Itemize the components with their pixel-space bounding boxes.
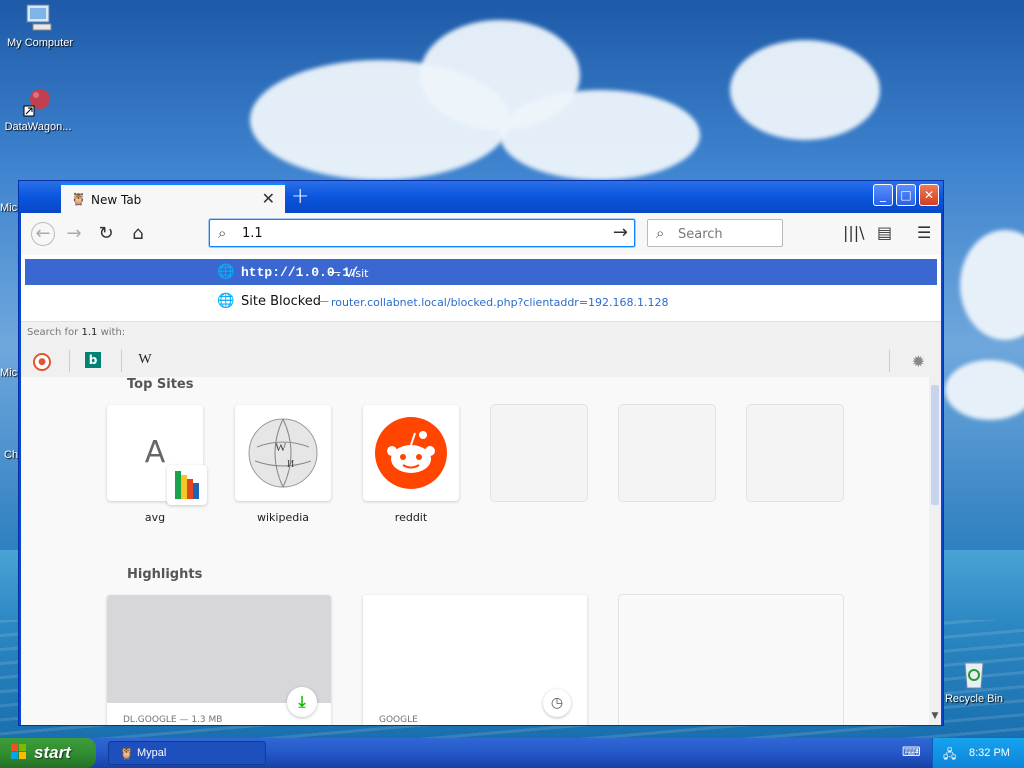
go-arrow-icon[interactable]: →	[613, 222, 628, 243]
top-site-label: avg	[144, 511, 166, 524]
datawagon-icon	[22, 86, 54, 118]
svg-text:W: W	[275, 440, 287, 454]
avg-icon	[167, 465, 207, 505]
suggestion-url: router.collabnet.local/blocked.php?clien…	[331, 296, 669, 309]
globe-icon: 🌐	[217, 293, 235, 309]
top-site-reddit[interactable]	[363, 405, 459, 501]
system-tray: 🖧 8:32 PM	[932, 738, 1024, 768]
one-off-search-bar: Search for 1.1 with: ● b W ✹	[21, 321, 941, 378]
highlights-heading: Highlights	[127, 567, 203, 582]
desktop-icon-label-partial: Mic	[0, 367, 18, 379]
keyboard-icon[interactable]: ⌨	[902, 745, 921, 760]
reddit-icon	[375, 417, 447, 493]
history-clock-icon: ◷	[543, 689, 571, 717]
divider	[121, 350, 122, 372]
url-bar[interactable]: ⌕ 1.1 →	[209, 219, 635, 247]
new-tab-button[interactable]: +	[291, 184, 309, 209]
settings-gear-icon[interactable]: ✹	[912, 352, 925, 371]
wikipedia-icon[interactable]: W	[135, 350, 155, 370]
suggestion-action: Visit	[345, 267, 369, 280]
search-icon: ⌕	[218, 224, 227, 242]
recycle-bin-icon	[958, 658, 990, 690]
library-icon[interactable]: |||\	[843, 223, 865, 242]
mypal-icon: 🦉	[71, 192, 86, 206]
bing-icon[interactable]: b	[85, 352, 101, 368]
suggestion-history[interactable]: 🌐 Site Blocked — router.collabnet.local/…	[25, 288, 937, 314]
taskbar-item-mypal[interactable]: 🦉 Mypal	[108, 741, 266, 765]
top-site-avg[interactable]: A	[107, 405, 207, 505]
desktop-icon-label-partial: Mic	[0, 202, 18, 214]
taskbar-item-label: Mypal	[137, 747, 167, 759]
desktop-icon-datawagon[interactable]: DataWagon...	[0, 86, 78, 133]
top-site-label: wikipedia	[256, 511, 309, 524]
new-tab-page: Top Sites A avg WИ wikipedia reddit High…	[21, 377, 929, 725]
suggestion-visit[interactable]: 🌐 http://1.0.0.1/ — Visit	[25, 259, 937, 285]
cloud	[945, 360, 1024, 420]
search-icon: ⌕	[656, 224, 665, 242]
tab-title: New Tab	[91, 193, 142, 207]
suggestion-title: Site Blocked	[241, 294, 322, 309]
divider	[889, 350, 890, 372]
tab-close-icon[interactable]: ✕	[262, 189, 275, 208]
close-window-button[interactable]: ✕	[919, 184, 939, 206]
top-sites-heading: Top Sites	[127, 377, 194, 392]
mypal-icon: 🦉	[119, 746, 134, 760]
highlight-meta: GOOGLE	[379, 715, 418, 725]
desktop-icon-label: My Computer	[6, 37, 74, 49]
top-site-empty[interactable]	[747, 405, 843, 501]
sidebar-icon[interactable]: ▤	[877, 223, 892, 242]
top-site-wikipedia[interactable]: WИ	[235, 405, 331, 501]
desktop-icon-label: Recycle Bin	[944, 693, 1004, 705]
reload-button[interactable]: ↻	[95, 223, 117, 245]
suggestion-separator: —	[329, 265, 341, 279]
desktop-icon-label: DataWagon...	[4, 121, 72, 133]
globe-icon: 🌐	[217, 264, 235, 280]
tab-new-tab[interactable]: 🦉 New Tab ✕	[61, 183, 285, 213]
back-button[interactable]: ←	[31, 222, 55, 246]
computer-icon	[24, 2, 56, 34]
cloud	[960, 230, 1024, 340]
cloud	[730, 40, 880, 140]
desktop-icon-my-computer[interactable]: My Computer	[0, 2, 80, 49]
browser-window: 🦉 New Tab ✕ + _ □ ✕ ← → ↻ ⌂ ⌕ 1.1 → ⌕ Se…	[18, 180, 944, 726]
suggestion-separator: —	[317, 294, 329, 308]
top-site-label: reddit	[394, 511, 428, 524]
highlight-card-empty[interactable]	[619, 595, 843, 725]
search-field[interactable]: ⌕ Search	[647, 219, 783, 247]
highlight-card[interactable]: ⤓ DL.GOOGLE — 1.3 MB	[107, 595, 331, 725]
url-input[interactable]: 1.1	[242, 226, 263, 241]
forward-button[interactable]: →	[63, 223, 85, 245]
search-query: 1.1	[81, 327, 98, 338]
wikipedia-globe-icon: WИ	[247, 417, 319, 493]
menu-icon[interactable]: ☰	[917, 223, 931, 242]
highlight-meta: DL.GOOGLE — 1.3 MB	[123, 715, 223, 725]
duckduckgo-icon[interactable]: ●	[33, 353, 51, 371]
top-site-empty[interactable]	[491, 405, 587, 501]
clock[interactable]: 8:32 PM	[969, 747, 1010, 759]
maximize-button[interactable]: □	[896, 184, 916, 206]
cloud	[500, 90, 700, 180]
minimize-button[interactable]: _	[873, 184, 893, 206]
page-scrollbar[interactable]: ▼	[929, 377, 941, 725]
windows-flag-icon	[10, 743, 28, 766]
highlight-card[interactable]: ◷ GOOGLE	[363, 595, 587, 725]
taskbar: start 🦉 Mypal ⌨ 🖧 8:32 PM	[0, 738, 1024, 768]
home-button[interactable]: ⌂	[127, 223, 149, 245]
search-for-label: Search for 1.1 with:	[27, 327, 126, 338]
network-icon[interactable]: 🖧	[943, 745, 956, 766]
desktop-icon-recycle-bin[interactable]: Recycle Bin	[934, 658, 1014, 705]
svg-text:И: И	[287, 459, 294, 470]
scroll-down-arrow-icon[interactable]: ▼	[929, 711, 941, 725]
start-button[interactable]: start	[0, 738, 96, 768]
divider	[69, 350, 70, 372]
download-icon: ⤓	[287, 687, 317, 717]
top-site-empty[interactable]	[619, 405, 715, 501]
url-suggestions-dropdown: 🌐 http://1.0.0.1/ — Visit 🌐 Site Blocked…	[21, 255, 941, 378]
desktop-icon-label-partial: Ch	[4, 449, 19, 461]
start-label: start	[34, 743, 71, 762]
title-bar: 🦉 New Tab ✕ + _ □ ✕	[19, 181, 943, 213]
search-placeholder: Search	[678, 227, 723, 242]
nav-toolbar: ← → ↻ ⌂ ⌕ 1.1 → ⌕ Search |||\ ▤ ☰	[21, 213, 941, 255]
scrollbar-thumb[interactable]	[931, 385, 939, 505]
